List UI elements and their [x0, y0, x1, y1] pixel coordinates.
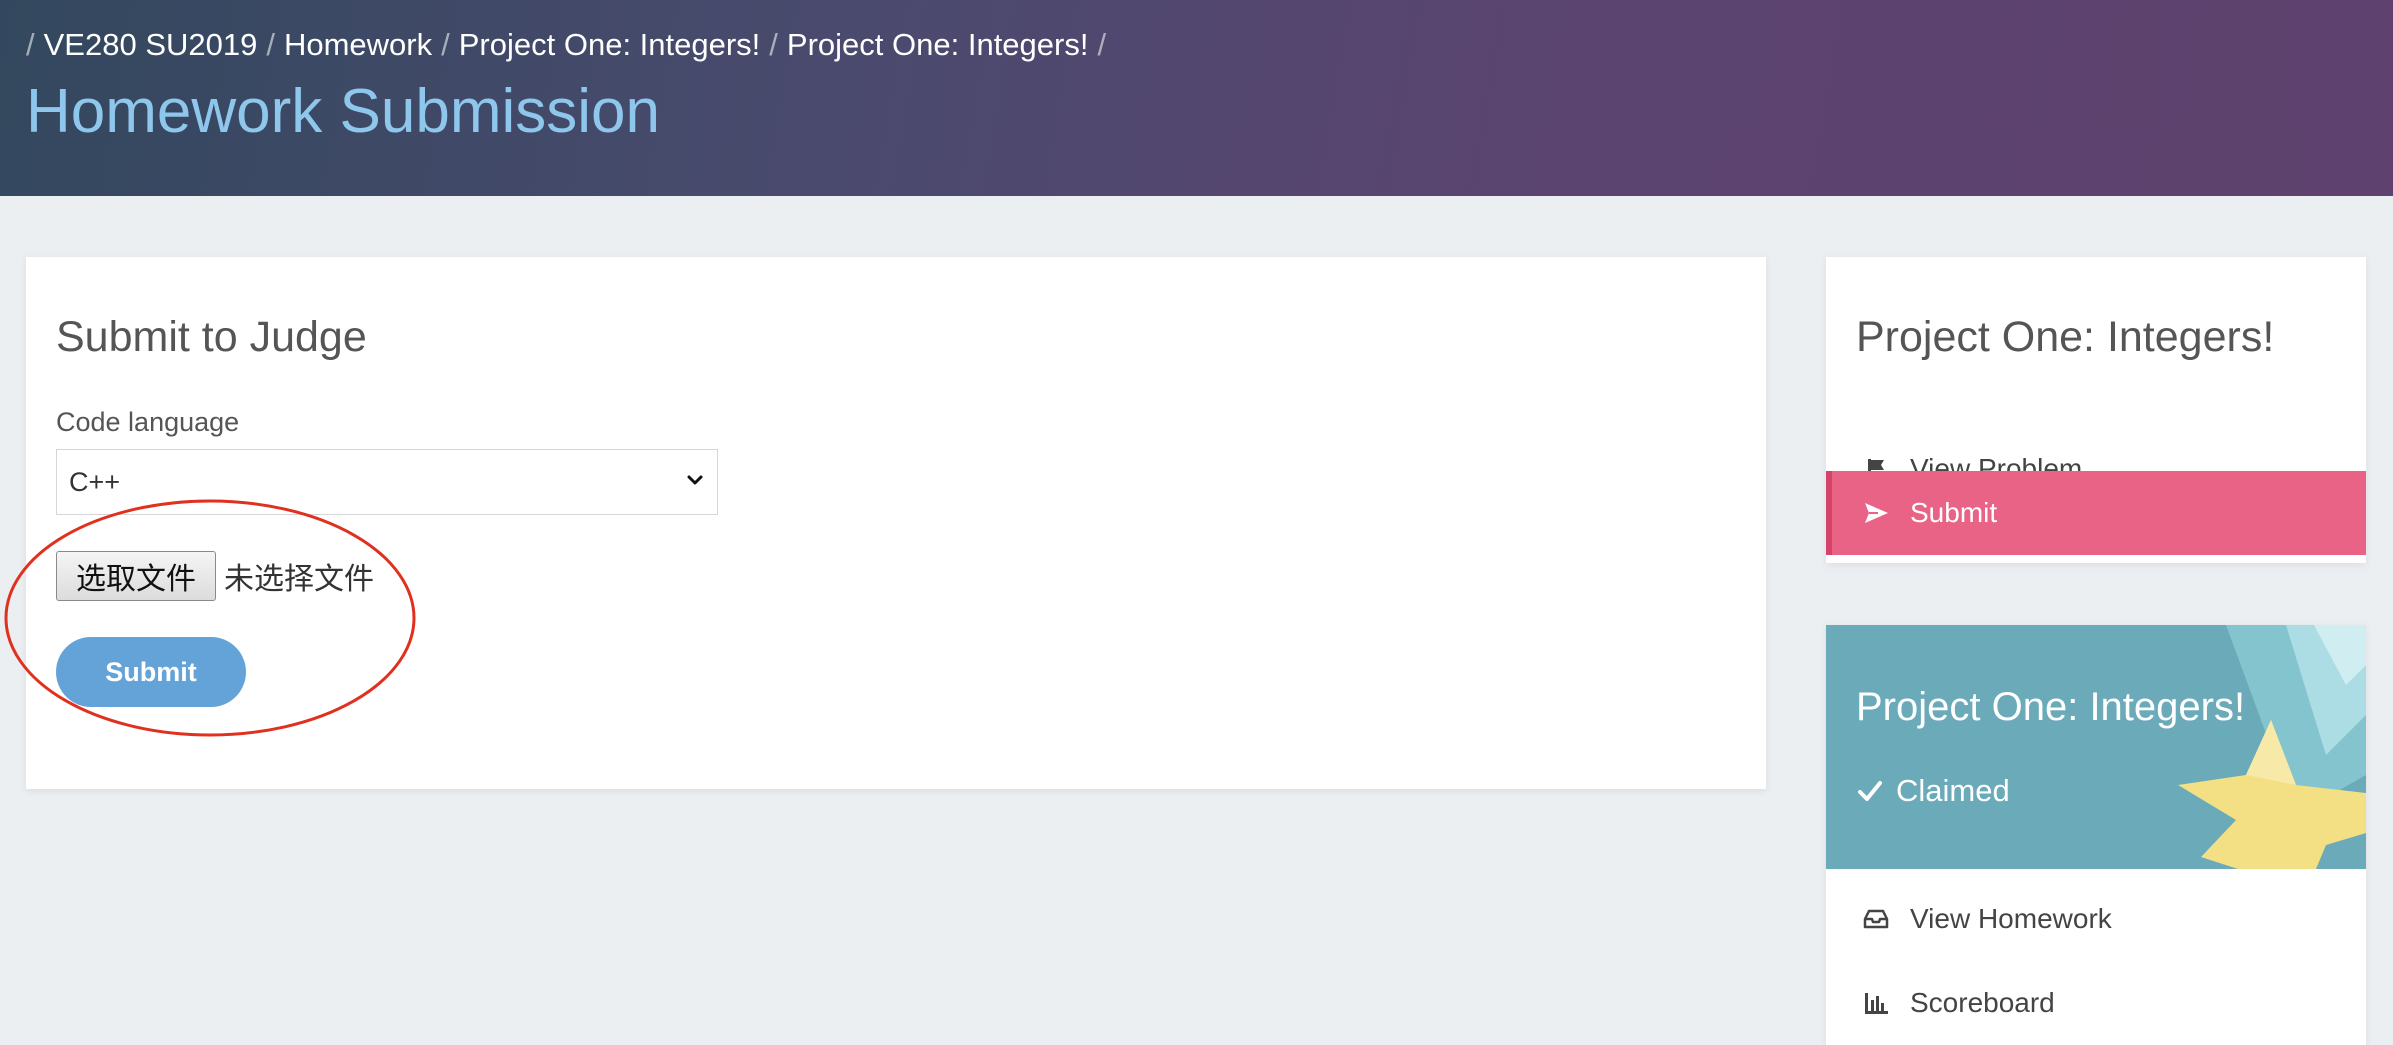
sidebar-item-label: Scoreboard [1910, 987, 2055, 1018]
page-header: / VE280 SU2019 / Homework / Project One:… [0, 0, 2393, 196]
breadcrumb-separator: / [26, 27, 35, 62]
code-language-select[interactable]: C++ [56, 449, 718, 515]
breadcrumb-item-homework[interactable]: Homework [284, 27, 432, 63]
submit-form-card: Submit to Judge Code language C++ 选取文件 未… [26, 257, 1766, 789]
send-icon [1865, 503, 1888, 523]
page-title: Homework Submission [26, 77, 660, 146]
homework-banner: Project One: Integers! Claimed [1826, 625, 2366, 869]
breadcrumb-item-homework-detail[interactable]: Project One: Integers! [459, 27, 761, 63]
sidebar-item-label: View Homework [1910, 903, 2112, 934]
sidebar-item-scoreboard[interactable]: Scoreboard [1826, 961, 2366, 1045]
breadcrumb-separator: / [1097, 27, 1107, 62]
check-icon [1858, 781, 1882, 801]
breadcrumb: / VE280 SU2019 / Homework / Project One:… [26, 24, 1115, 66]
star-decoration-icon [2178, 625, 2366, 869]
sidebar-item-submit[interactable]: Submit [1826, 471, 2366, 555]
code-language-label: Code language [56, 407, 240, 437]
breadcrumb-item-problem[interactable]: Project One: Integers! [787, 27, 1089, 63]
submit-button[interactable]: Submit [56, 637, 246, 707]
homework-title: Project One: Integers! [1856, 685, 2246, 729]
submit-form-title: Submit to Judge [56, 313, 367, 361]
sidebar-item-view-homework[interactable]: View Homework [1826, 877, 2366, 961]
code-language-value: C++ [69, 466, 121, 497]
problem-nav-title: Project One: Integers! [1856, 313, 2275, 361]
homework-card: Project One: Integers! Claimed View Home… [1826, 625, 2366, 1045]
chevron-down-icon [687, 475, 703, 485]
breadcrumb-separator: / [769, 27, 778, 62]
claimed-status-label: Claimed [1896, 773, 2010, 808]
bar-chart-icon [1865, 993, 1888, 1014]
choose-file-button[interactable]: 选取文件 [56, 551, 216, 601]
file-status-text: 未选择文件 [224, 562, 374, 597]
inbox-icon [1863, 909, 1889, 929]
breadcrumb-separator: / [266, 27, 275, 62]
problem-nav-card: Project One: Integers! View Problem Subm… [1826, 257, 2366, 563]
sidebar-item-label: Submit [1910, 497, 1998, 528]
claimed-status: Claimed [1856, 771, 2010, 811]
breadcrumb-item-course[interactable]: VE280 SU2019 [44, 27, 258, 63]
breadcrumb-separator: / [441, 27, 450, 62]
